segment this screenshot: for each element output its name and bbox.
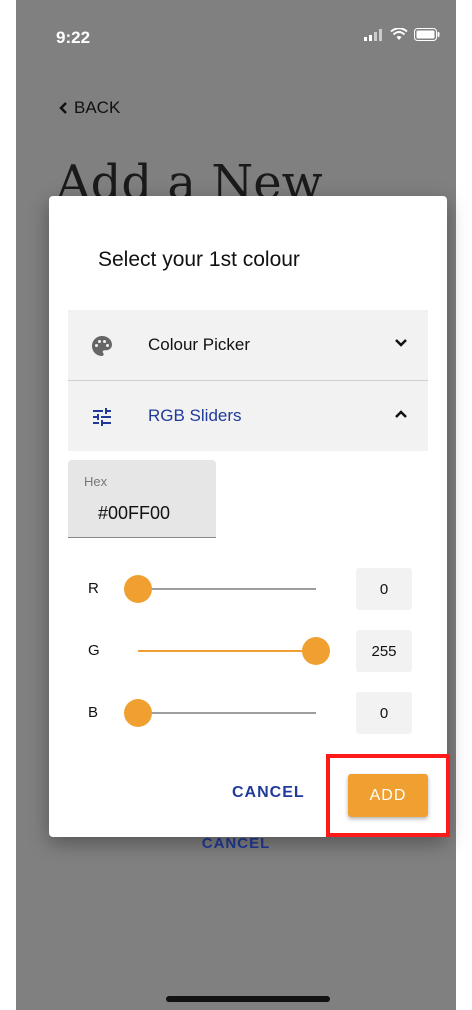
value-field-g[interactable]: 255 xyxy=(356,630,412,672)
channel-label-g: G xyxy=(88,642,100,659)
chevron-up-icon xyxy=(395,410,407,418)
tune-icon xyxy=(93,408,111,426)
accordion-colour-picker[interactable]: Colour Picker xyxy=(68,310,428,380)
slider-thumb-b[interactable] xyxy=(124,699,152,727)
slider-track-g[interactable] xyxy=(138,637,330,665)
cancel-button[interactable]: CANCEL xyxy=(232,784,305,802)
dialog-title: Select your 1st colour xyxy=(98,248,300,271)
back-label: BACK xyxy=(74,98,121,117)
chevron-down-icon xyxy=(395,339,407,347)
slider-track-b[interactable] xyxy=(124,699,316,727)
slider-thumb-g[interactable] xyxy=(302,637,330,665)
accordion-rgb-sliders[interactable]: RGB Sliders xyxy=(68,381,428,451)
wifi-icon xyxy=(390,28,408,40)
slider-track-r[interactable] xyxy=(124,575,316,603)
slider-thumb-r[interactable] xyxy=(124,575,152,603)
hex-value: #00FF00 xyxy=(98,503,171,523)
hex-label: Hex xyxy=(84,474,108,489)
background-cancel-button[interactable]: CANCEL xyxy=(16,835,456,852)
signal-icon xyxy=(364,28,382,41)
status-icons xyxy=(364,28,440,41)
channel-label-r: R xyxy=(88,580,99,597)
battery-icon xyxy=(414,28,440,41)
value-field-r[interactable]: 0 xyxy=(356,568,412,610)
status-time: 9:22 xyxy=(56,28,91,47)
value-field-b[interactable]: 0 xyxy=(356,692,412,734)
slider-fill-g xyxy=(138,650,316,652)
colour-dialog: Select your 1st colour Colour Picker RGB… xyxy=(49,196,447,837)
home-indicator[interactable] xyxy=(166,996,330,1002)
back-button[interactable]: BACK xyxy=(58,98,120,118)
slider-row-blue: B 0 xyxy=(68,690,428,736)
status-bar: 9:22 xyxy=(16,0,456,70)
channel-label-b: B xyxy=(88,704,99,721)
slider-row-red: R 0 xyxy=(68,566,428,612)
chevron-left-icon xyxy=(59,102,67,114)
palette-icon xyxy=(92,336,112,356)
hex-input[interactable]: Hex #00FF00 xyxy=(68,460,216,538)
slider-row-green: G 255 xyxy=(68,628,428,674)
highlight-box xyxy=(326,754,450,837)
accordion-label-rgb-sliders: RGB Sliders xyxy=(148,406,242,425)
accordion-label-colour-picker: Colour Picker xyxy=(148,335,251,354)
